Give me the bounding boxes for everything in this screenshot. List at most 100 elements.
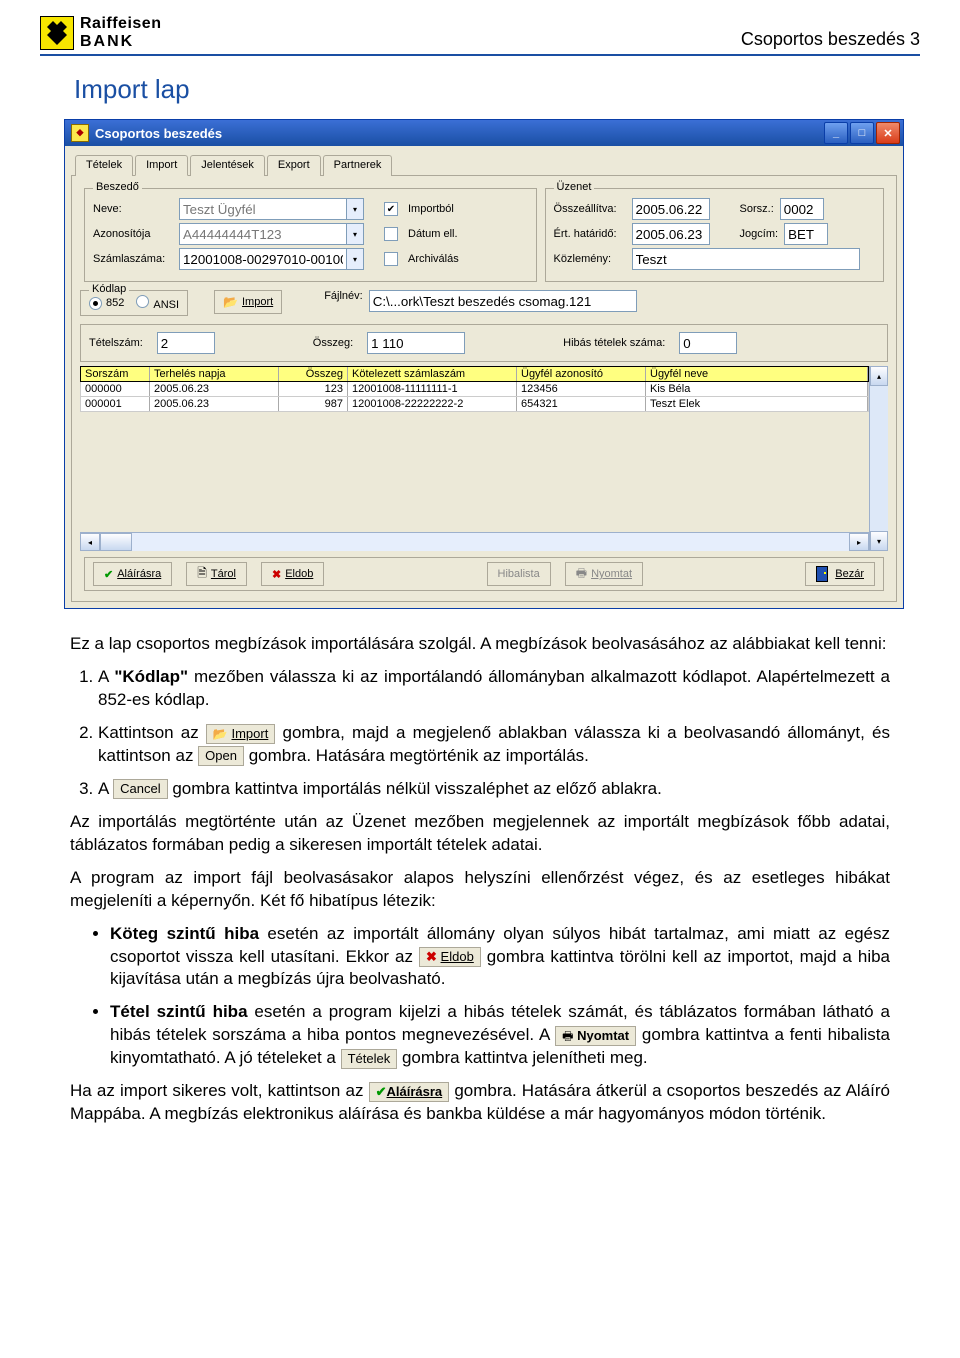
azon-field[interactable] (179, 223, 346, 245)
scroll-down-icon[interactable]: ▾ (870, 531, 888, 551)
page-label: Csoportos beszedés 3 (741, 29, 920, 50)
checkbox-importbol[interactable]: ✔ (384, 202, 398, 216)
bank-logo: Raiffeisen BANK (40, 15, 161, 50)
chevron-down-icon[interactable]: ▾ (346, 198, 364, 220)
h-scrollbar[interactable]: ◂ ▸ (80, 532, 869, 551)
bank-name: Raiffeisen (80, 15, 161, 33)
tab-tetelek[interactable]: Tételek (75, 155, 133, 176)
label-neve: Neve: (93, 203, 173, 215)
inline-eldob-button: ✖ Eldob (419, 947, 481, 967)
step-3: A Cancel gombra kattintva importálás nél… (98, 778, 890, 801)
logo-icon (40, 16, 74, 50)
door-icon (816, 566, 828, 582)
inline-alairasra-button: ✔Aláírásra (369, 1082, 450, 1102)
label-jog: Jogcím: (740, 228, 779, 240)
paragraph-import-result: Az importálás megtörténte után az Üzenet… (70, 811, 890, 857)
group-kodlap: Kódlap 852 ANSI (80, 290, 188, 316)
alairasra-button[interactable]: ✔Aláírásra (93, 562, 172, 586)
osszeg-field[interactable] (367, 332, 465, 354)
group-uzenet-label: Üzenet (554, 181, 595, 193)
group-uzenet: Üzenet Összeállítva: Sorsz.: Ért. hatá (545, 188, 884, 282)
table-row[interactable]: 000000 2005.06.23 123 12001008-11111111-… (80, 382, 869, 397)
label-ansi: ANSI (153, 299, 179, 311)
minimize-button[interactable]: _ (824, 122, 848, 144)
header-divider (40, 54, 920, 56)
label-ert: Ért. határidő: (554, 228, 626, 240)
step-2: Kattintson az Import gombra, majd a megj… (98, 722, 890, 768)
maximize-button[interactable]: □ (850, 122, 874, 144)
inline-tetelek-button: Tételek (341, 1049, 398, 1069)
fajl-field[interactable] (369, 290, 637, 312)
table-row[interactable]: 000001 2005.06.23 987 12001008-22222222-… (80, 397, 869, 412)
footer-toolbar: ✔Aláírásra Tárol ✖Eldob Hibalista Nyomta… (84, 557, 884, 591)
tetelszam-field[interactable] (157, 332, 215, 354)
sorsz-field[interactable] (780, 198, 824, 220)
import-button[interactable]: Import (214, 290, 282, 314)
folder-icon (223, 295, 238, 309)
v-scrollbar[interactable]: ▴ ▾ (869, 366, 888, 551)
tab-partnerek[interactable]: Partnerek (323, 155, 393, 176)
jog-field[interactable] (784, 223, 828, 245)
scroll-up-icon[interactable]: ▴ (870, 366, 888, 386)
label-szamla: Számlaszáma: (93, 253, 173, 265)
neve-field[interactable] (179, 198, 346, 220)
app-window: ◆ Csoportos beszedés _ □ ✕ Tételek Impor… (64, 119, 904, 609)
x-icon: ✖ (426, 949, 437, 964)
scroll-thumb[interactable] (100, 533, 132, 551)
chevron-down-icon[interactable]: ▾ (346, 223, 364, 245)
scroll-right-icon[interactable]: ▸ (849, 533, 869, 551)
label-hibas: Hibás tételek száma: (563, 337, 665, 349)
label-azon: Azonosítója (93, 228, 173, 240)
hibalista-button[interactable]: Hibalista (487, 562, 551, 586)
label-datum: Dátum ell. (408, 228, 458, 240)
label-852: 852 (106, 297, 124, 309)
tab-import[interactable]: Import (135, 155, 188, 176)
scroll-left-icon[interactable]: ◂ (80, 533, 100, 551)
radio-852[interactable] (89, 297, 102, 310)
chevron-down-icon[interactable]: ▾ (346, 248, 364, 270)
checkbox-datum[interactable] (384, 227, 398, 241)
ert-field[interactable] (632, 223, 710, 245)
input-neve[interactable]: ▾ (179, 198, 364, 220)
app-icon: ◆ (71, 124, 89, 142)
window-title: Csoportos beszedés (95, 126, 822, 141)
label-osszeg: Összeg: (313, 337, 353, 349)
label-tetelszam: Tételszám: (89, 337, 143, 349)
inline-open-button: Open (198, 746, 244, 766)
bullet-tetel-hiba: Tétel szintű hiba esetén a program kijel… (110, 1001, 890, 1070)
bullet-koteg-hiba: Köteg szintű hiba esetén az importált ál… (110, 923, 890, 992)
label-koz: Közlemény: (554, 253, 626, 265)
inline-nyomtat-button: Nyomtat (555, 1026, 636, 1046)
szamla-field[interactable] (179, 248, 346, 270)
bank-sub: BANK (80, 33, 161, 51)
paragraph-error-intro: A program az import fájl beolvasásakor a… (70, 867, 890, 913)
x-icon: ✖ (272, 568, 281, 581)
eldob-button[interactable]: ✖Eldob (261, 562, 324, 586)
section-title: Import lap (74, 74, 920, 105)
input-szamla[interactable]: ▾ (179, 248, 364, 270)
radio-ansi[interactable] (136, 295, 149, 308)
label-sorsz: Sorsz.: (740, 203, 774, 215)
hibas-field[interactable] (679, 332, 737, 354)
printer-icon (562, 1028, 573, 1043)
check-icon: ✔ (104, 568, 113, 581)
input-azon[interactable]: ▾ (179, 223, 364, 245)
nyomtat-button[interactable]: Nyomtat (565, 562, 643, 586)
inline-import-button: Import (206, 724, 275, 744)
checkbox-arch[interactable] (384, 252, 398, 266)
label-importbol: Importból (408, 203, 454, 215)
ossze-field[interactable] (632, 198, 710, 220)
group-beszedo-label: Beszedő (93, 181, 142, 193)
grid-header: Sorszám Terhelés napja Összeg Kötelezett… (80, 366, 869, 382)
tab-export[interactable]: Export (267, 155, 321, 176)
label-ossze: Összeállítva: (554, 203, 626, 215)
tab-jelentesek[interactable]: Jelentések (190, 155, 265, 176)
koz-field[interactable] (632, 248, 860, 270)
tarol-button[interactable]: Tárol (186, 562, 247, 586)
group-kodlap-label: Kódlap (89, 283, 129, 295)
totals-row: Tételszám: Összeg: Hibás tételek száma: (80, 324, 888, 362)
folder-icon (213, 726, 228, 741)
bezar-button[interactable]: Bezár (805, 562, 875, 586)
close-button[interactable]: ✕ (876, 122, 900, 144)
label-fajl: Fájlnév: (324, 290, 363, 316)
